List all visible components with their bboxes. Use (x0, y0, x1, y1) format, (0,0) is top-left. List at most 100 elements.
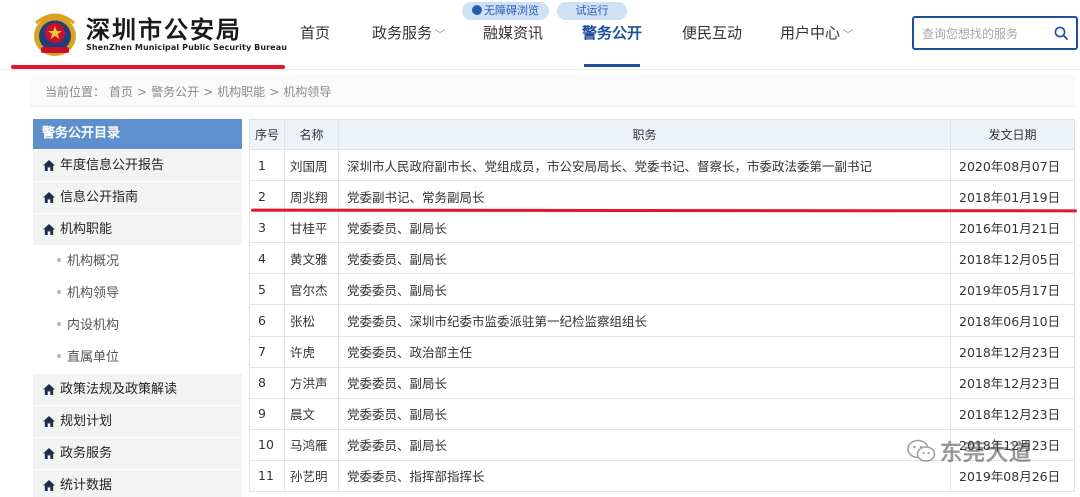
cell-name: 周兆翔 (284, 180, 339, 213)
bullet-dot-icon (57, 290, 61, 294)
cell-name: 黄文雅 (284, 242, 339, 275)
nav-media-news[interactable]: 融媒资讯 (483, 22, 543, 43)
cell-name: 许虎 (284, 335, 339, 368)
cell-position: 党委委员、副局长 (338, 273, 951, 306)
cell-date: 2019年05月17日 (950, 273, 1075, 306)
chevron-down-icon: ﹀ (843, 30, 854, 41)
cell-position: 党委委员、副局长 (338, 211, 951, 244)
home-icon (43, 160, 55, 171)
home-icon (43, 416, 55, 427)
sidebar-subitem[interactable]: 内设机构 (33, 310, 242, 341)
table-row: 2 周兆翔 党委副书记、常务副局长 2018年01月19日 (249, 180, 1075, 213)
cell-index: 11 (249, 459, 285, 493)
cell-position: 党委委员、副局长 (338, 428, 951, 461)
sidebar-item[interactable]: 统计数据 (33, 470, 242, 497)
sidebar-item[interactable]: 政务服务 (33, 438, 242, 469)
sidebar-item-label: 统计数据 (60, 478, 113, 493)
sidebar-item[interactable]: 信息公开指南 (33, 182, 242, 213)
cell-date: 2020年08月07日 (950, 148, 1075, 182)
cell-name: 晨文 (284, 397, 339, 430)
nav-active-indicator (584, 64, 640, 67)
table-row: 5 官尔杰 党委委员、副局长 2019年05月17日 (249, 273, 1075, 306)
table-row: 1 刘国周 深圳市人民政府副市长、党组成员，市公安局局长、党委书记、督察长，市委政法… (249, 148, 1075, 182)
nav-home[interactable]: 首页 (300, 22, 330, 43)
cell-position: 党委委员、副局长 (338, 397, 951, 430)
home-icon (43, 448, 55, 459)
breadcrumb-separator: > (137, 85, 148, 99)
sidebar-subitem[interactable]: 直属单位 (33, 342, 242, 373)
cell-position: 党委副书记、常务副局长 (338, 180, 951, 213)
home-icon (43, 224, 55, 235)
table-row: 9 晨文 党委委员、副局长 2018年12月23日 (249, 397, 1075, 430)
search-icon[interactable] (1054, 26, 1068, 40)
police-emblem-icon[interactable] (32, 9, 78, 57)
nav-government-services[interactable]: 政务服务 ﹀ (372, 22, 445, 43)
table-row: 8 方洪声 党委委员、副局长 2018年12月23日 (249, 366, 1075, 399)
cell-position: 党委委员、政治部主任 (338, 335, 951, 368)
search-box (912, 16, 1078, 50)
cell-index: 5 (249, 273, 285, 306)
home-icon (43, 384, 55, 395)
breadcrumb-police-disclosure[interactable]: 警务公开 (151, 85, 199, 99)
sidebar-item-label: 规划计划 (60, 414, 113, 429)
sidebar-item-label: 政务服务 (60, 446, 113, 461)
breadcrumb-institution-leaders[interactable]: 机构领导 (283, 85, 331, 99)
cell-index: 2 (249, 180, 285, 213)
cell-name: 甘桂平 (284, 211, 339, 244)
cell-name: 张松 (284, 304, 339, 337)
sidebar-subitem[interactable]: 机构领导 (33, 278, 242, 309)
home-icon (43, 480, 55, 491)
trial-run-pill[interactable]: 试运行 (557, 2, 627, 20)
nav-public-interaction[interactable]: 便民互动 (682, 22, 742, 43)
col-header-index: 序号 (249, 119, 285, 150)
sidebar-item-label: 年度信息公开报告 (60, 158, 165, 173)
cell-index: 6 (249, 304, 285, 337)
watermark-text: 东莞大道 (940, 441, 1033, 466)
cell-date: 2018年12月23日 (950, 397, 1075, 430)
cell-name: 方洪声 (284, 366, 339, 399)
cell-position: 党委委员、指挥部指挥长 (338, 459, 951, 493)
sidebar-item[interactable]: 机构职能 (33, 214, 242, 245)
sidebar-item[interactable]: 年度信息公开报告 (33, 150, 242, 181)
table-row: 7 许虎 党委委员、政治部主任 2018年12月23日 (249, 335, 1075, 368)
cell-index: 9 (249, 397, 285, 430)
accessibility-pill[interactable]: 无障碍浏览 (462, 2, 549, 20)
cell-position: 党委委员、副局长 (338, 366, 951, 399)
search-input[interactable] (922, 24, 1052, 44)
sidebar-subitem-label: 直属单位 (67, 350, 120, 365)
disclosure-sidebar: 警务公开目录 年度信息公开报告 信息公开指南 机构职能 机构概况 机构领导 内设机构 直属单… (33, 119, 242, 497)
cell-position: 党委委员、深圳市纪委市监委派驻第一纪检监察组组长 (338, 304, 951, 337)
sidebar-subitem-label: 机构领导 (67, 286, 120, 301)
col-header-name: 名称 (284, 119, 339, 150)
sidebar-subitem-label: 内设机构 (67, 318, 120, 333)
col-header-position: 职务 (338, 119, 951, 150)
table-header-row: 序号 名称 职务 发文日期 (249, 119, 1075, 150)
table-row: 3 甘桂平 党委委员、副局长 2016年01月21日 (249, 211, 1075, 244)
header-divider (0, 69, 1080, 70)
site-header: 深圳市公安局 ShenZhen Municipal Public Securit… (0, 0, 1080, 70)
nav-police-affairs-disclosure[interactable]: 警务公开 (582, 22, 642, 43)
breadcrumb-home[interactable]: 首页 (109, 85, 133, 99)
cell-date: 2018年06月10日 (950, 304, 1075, 337)
sidebar-item[interactable]: 政策法规及政策解读 (33, 374, 242, 405)
sidebar-item[interactable]: 规划计划 (33, 406, 242, 437)
cell-position: 深圳市人民政府副市长、党组成员，市公安局局长、党委书记、督察长，市委政法委第一副… (338, 148, 951, 182)
sidebar-subitem-label: 机构概况 (67, 254, 120, 269)
accessibility-icon (472, 5, 482, 15)
cell-date: 2016年01月21日 (950, 211, 1075, 244)
breadcrumb-separator: > (269, 85, 280, 99)
sidebar-item-label: 政策法规及政策解读 (60, 382, 178, 397)
bullet-dot-icon (57, 354, 61, 358)
breadcrumb-prefix: 当前位置： (45, 85, 106, 99)
cell-name: 孙艺明 (284, 459, 339, 493)
cell-name: 刘国周 (284, 148, 339, 182)
cell-index: 10 (249, 428, 285, 461)
site-logo-title[interactable]: 深圳市公安局 (86, 10, 242, 45)
cell-date: 2018年12月05日 (950, 242, 1075, 275)
sidebar-subitem[interactable]: 机构概况 (33, 246, 242, 277)
breadcrumb: 当前位置： 首页 > 警务公开 > 机构职能 > 机构领导 (45, 83, 335, 100)
sidebar-item-label: 信息公开指南 (60, 190, 139, 205)
nav-user-center[interactable]: 用户中心 ﹀ (780, 22, 853, 43)
breadcrumb-institution-functions[interactable]: 机构职能 (217, 85, 265, 99)
bullet-dot-icon (57, 322, 61, 326)
